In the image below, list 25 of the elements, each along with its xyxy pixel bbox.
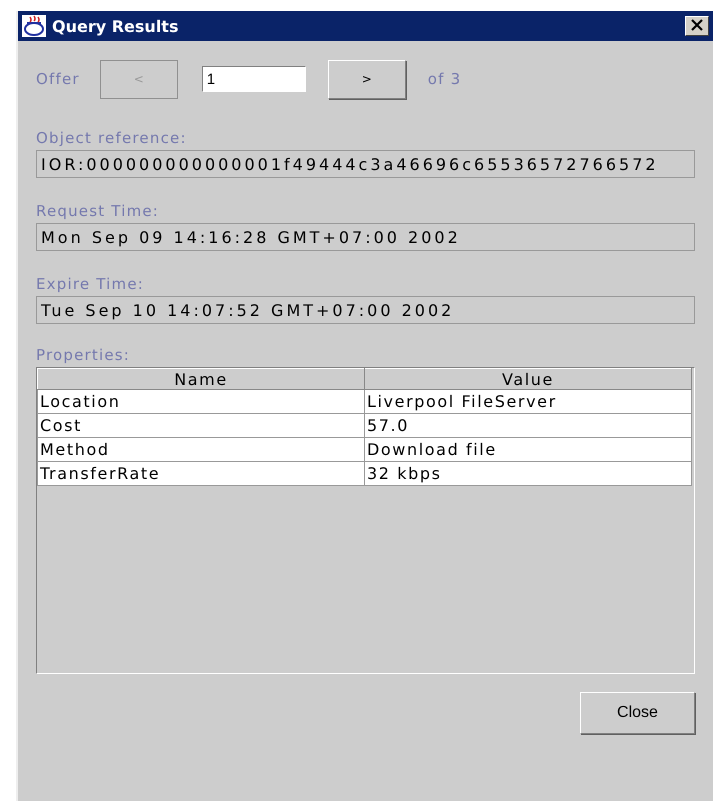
app-icon (22, 15, 46, 37)
offer-label: Offer (36, 70, 80, 88)
properties-label: Properties: (36, 346, 132, 364)
table-cell: Download file (364, 438, 692, 462)
table-cell: Liverpool FileServer (364, 390, 692, 414)
close-button[interactable]: Close (580, 692, 695, 734)
column-header[interactable]: Value (364, 368, 692, 390)
table-cell: Location (38, 390, 364, 414)
offer-number-field[interactable]: 1 (202, 66, 306, 92)
offer-count: of 3 (428, 70, 462, 88)
text-field[interactable]: Tue Sep 10 14:07:52 GMT+07:00 2002 (36, 296, 695, 324)
window-title: Query Results (52, 16, 180, 36)
text-field[interactable]: Mon Sep 09 14:16:28 GMT+07:00 2002 (36, 223, 695, 251)
field-label: Expire Time: (36, 275, 146, 293)
close-icon[interactable] (685, 16, 709, 36)
next-button[interactable]: > (328, 60, 406, 98)
table-cell: 57.0 (364, 414, 692, 438)
text-field[interactable]: IOR:000000000000001f49444c3a46696c65536572766572 (36, 150, 695, 178)
table-cell: Cost (38, 414, 364, 438)
field-label: Request Time: (36, 202, 160, 220)
field-label: Object reference: (36, 129, 188, 147)
table-cell: 32 kbps (364, 462, 692, 486)
table-cell: Method (38, 438, 364, 462)
column-header[interactable]: Name (38, 368, 364, 390)
table-cell: TransferRate (38, 462, 364, 486)
